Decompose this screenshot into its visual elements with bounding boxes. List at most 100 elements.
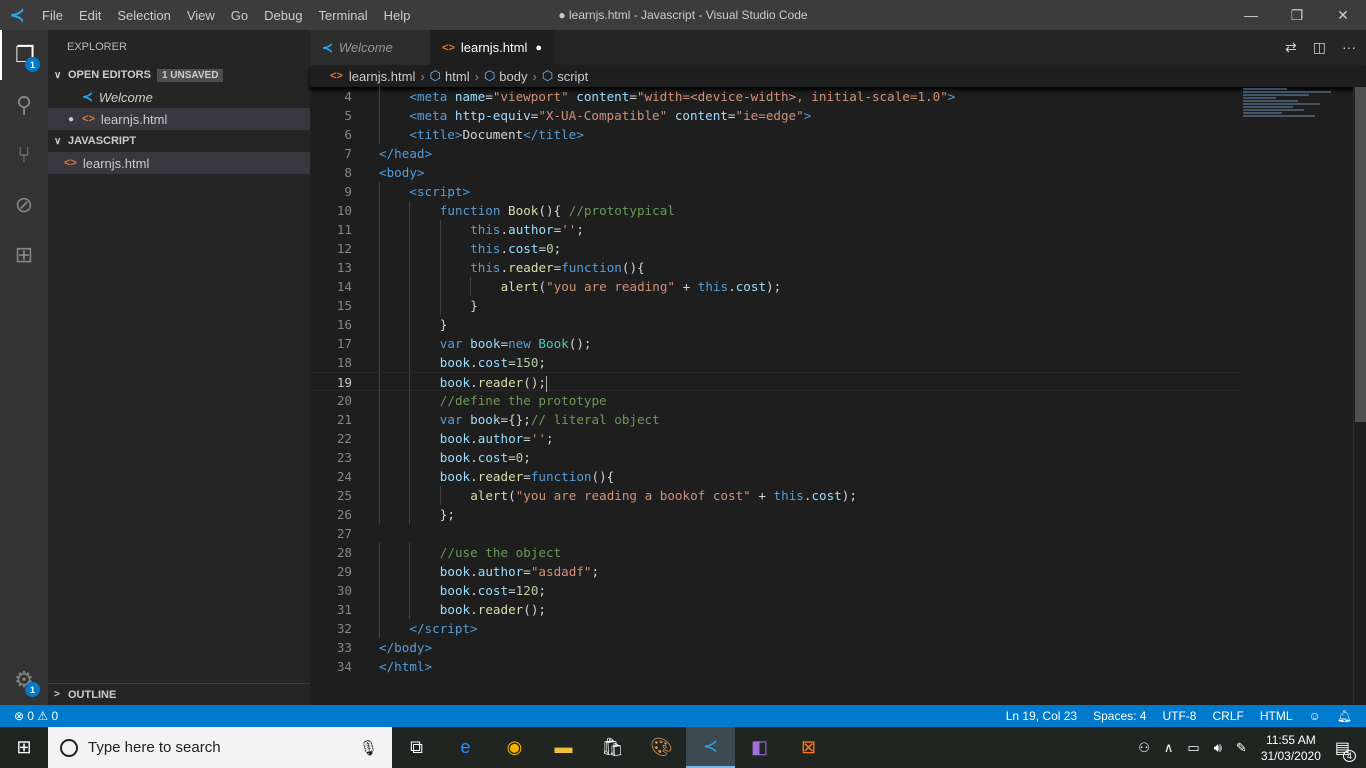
search-icon[interactable]: ⚲ [0,80,48,130]
menu-edit[interactable]: Edit [79,8,101,23]
chrome-icon[interactable]: ◉ [490,727,539,768]
xampp-icon[interactable]: ⊠ [784,727,833,768]
code-line[interactable]: 9 <script> [310,182,1242,201]
minimize-button[interactable]: — [1228,0,1274,30]
open-editor-learnjs[interactable]: ● <> learnjs.html [48,108,310,130]
vscode-taskbar-icon[interactable]: ≺ [686,727,735,768]
windows-start-icon[interactable]: ⊞ [0,737,48,758]
action-center-icon[interactable]: ▤ 4 [1335,738,1356,762]
outline-section[interactable]: > OUTLINE [48,683,310,705]
breadcrumb-body[interactable]: body [499,69,527,84]
code-line[interactable]: 16} [310,315,1242,334]
close-button[interactable]: ✕ [1320,0,1366,30]
unsaved-dot-icon[interactable]: ● [535,42,542,54]
indent-guide [439,258,441,277]
code-line[interactable]: 17 var book=new Book(); [310,334,1242,353]
code-line[interactable]: 19 book.reader(); [310,372,1242,392]
feedback-smiley-icon[interactable]: ☺ [1309,709,1321,723]
code-line[interactable]: 33 </body> [310,638,1242,657]
code-editor[interactable]: 4 <meta name="viewport" content="width=<d… [310,87,1353,705]
explorer-icon[interactable]: ❐ 1 [0,30,48,80]
code-line[interactable]: 27 [310,524,1242,543]
language-mode[interactable]: HTML [1260,709,1293,723]
menu-terminal[interactable]: Terminal [318,8,367,23]
code-line[interactable]: 28 //use the object [310,543,1242,562]
scrollbar-thumb[interactable] [1355,87,1366,422]
code-line[interactable]: 10 function Book(){ //prototypical [310,201,1242,220]
file-explorer-icon[interactable]: ▬ [539,727,588,768]
paint-icon[interactable]: 🎨︎ [637,727,686,768]
store-icon[interactable]: 🛍︎ [588,727,637,768]
breadcrumb-file[interactable]: learnjs.html [349,69,415,84]
menu-help[interactable]: Help [384,8,411,23]
taskbar-search[interactable]: Type here to search 🎙︎ [48,727,392,768]
code-line[interactable]: 24 book.reader=function(){ [310,467,1242,486]
problems-indicator[interactable]: ⊗ 0 ⚠ 0 [0,709,58,723]
pen-icon[interactable]: ✎ [1236,740,1247,756]
cursor-position[interactable]: Ln 19, Col 23 [1006,709,1077,723]
code-line[interactable]: 11 this.author=''; [310,220,1242,239]
code-line[interactable]: 34 </html> [310,657,1242,676]
code-line[interactable]: 15} [310,296,1242,315]
code-line[interactable]: 22 book.author=''; [310,429,1242,448]
notifications-bell-icon[interactable]: 🔔︎ [1337,709,1352,723]
minimap[interactable] [1243,87,1353,157]
breadcrumb-script[interactable]: script [557,69,588,84]
split-editor-icon[interactable]: ◫ [1313,39,1326,56]
code-line[interactable]: 30 book.cost=120; [310,581,1242,600]
clock[interactable]: 11:55 AM 31/03/2020 [1261,732,1321,764]
menu-file[interactable]: File [42,8,63,23]
code-line[interactable]: 14 alert("you are reading" + this.cost); [310,277,1242,296]
visual-studio-icon[interactable]: ◧ [735,727,784,768]
code-line[interactable]: 8 <body> [310,163,1242,182]
open-editors-section[interactable]: ∨ OPEN EDITORS 1 UNSAVED [48,64,310,86]
tab-learnjs[interactable]: <> learnjs.html ● [430,30,554,65]
code-line[interactable]: 25 alert("you are reading a bookof cost" … [310,486,1242,505]
element-icon: ⬡ [429,68,442,83]
line-number: 10 [336,203,352,218]
source-control-icon[interactable]: ⑂ [0,130,48,180]
code-line[interactable]: 31 book.reader(); [310,600,1242,619]
indent-guide [379,448,380,467]
encoding[interactable]: UTF-8 [1162,709,1196,723]
code-line[interactable]: 26}; [310,505,1242,524]
settings-gear-icon[interactable]: ⚙ 1 [0,655,48,705]
volume-icon[interactable]: 🔊︎ [1214,740,1222,756]
extensions-icon[interactable]: ⊞ [0,230,48,280]
code-line[interactable]: 6 <title>Document</title> [310,125,1242,144]
editor-scrollbar[interactable] [1353,87,1366,705]
breadcrumb-html[interactable]: html [445,69,470,84]
code-line[interactable]: 23 book.cost=0; [310,448,1242,467]
code-line[interactable]: 13 this.reader=function(){ [310,258,1242,277]
task-view-icon[interactable]: ⧉ [392,727,441,768]
code-line[interactable]: 20 //define the prototype [310,391,1242,410]
code-line[interactable]: 29 book.author="asdadf"; [310,562,1242,581]
battery-icon[interactable]: ▭ [1187,740,1199,756]
tab-welcome[interactable]: ≺ Welcome [310,30,430,65]
debug-icon[interactable]: ⊘ [0,180,48,230]
indentation[interactable]: Spaces: 4 [1093,709,1146,723]
more-actions-icon[interactable]: ··· [1342,39,1356,56]
code-line[interactable]: 12 this.cost=0; [310,239,1242,258]
open-editor-welcome[interactable]: ≺ Welcome [48,86,310,108]
file-learnjs[interactable]: <> learnjs.html [48,152,310,174]
code-line[interactable]: 5 <meta http-equiv="X-UA-Compatible" cont… [310,106,1242,125]
code-line[interactable]: 32 </script> [310,619,1242,638]
code-line[interactable]: 21 var book={};// literal object [310,410,1242,429]
people-icon[interactable]: ⚇ [1138,740,1150,756]
restore-button[interactable]: ❐ [1274,0,1320,30]
show-hidden-icons[interactable]: ∧ [1164,740,1174,756]
code-line[interactable]: 4 <meta name="viewport" content="width=<d… [310,87,1242,106]
menu-view[interactable]: View [187,8,215,23]
edge-icon[interactable]: e [441,727,490,768]
code-line[interactable]: 7 </head> [310,144,1242,163]
code-line[interactable]: 18 book.cost=150; [310,353,1242,372]
folder-section-javascript[interactable]: ∨ JAVASCRIPT [48,130,310,152]
code-token: + [750,488,774,503]
line-ending[interactable]: CRLF [1212,709,1243,723]
menu-selection[interactable]: Selection [117,8,170,23]
menu-go[interactable]: Go [231,8,248,23]
open-changes-icon[interactable]: ⇄ [1285,39,1297,56]
microphone-icon[interactable]: 🎙︎ [359,739,378,757]
menu-debug[interactable]: Debug [264,8,302,23]
